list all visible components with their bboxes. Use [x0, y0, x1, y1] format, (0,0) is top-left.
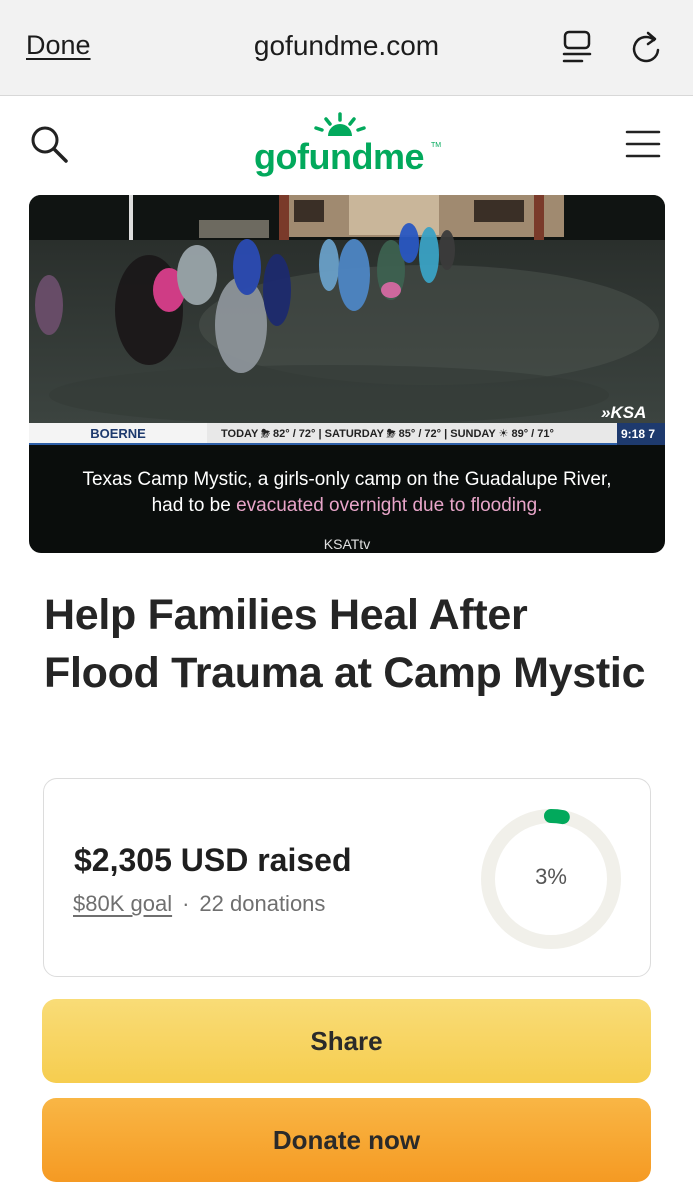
caption-line-1: Texas Camp Mystic, a girls-only camp on … [82, 469, 612, 490]
caption-line-2: had to be evacuated overnight due to flo… [29, 493, 665, 519]
donate-button[interactable]: Donate now [42, 1098, 651, 1182]
ticker-weather: TODAY ⛈ 82° / 72° | SATURDAY ⛈ 85° / 72°… [207, 423, 617, 445]
search-icon[interactable] [28, 124, 72, 168]
caption-text: had to be [151, 495, 237, 516]
logo-sun-icon [314, 112, 366, 136]
separator-dot: · [182, 891, 190, 916]
hamburger-menu-icon[interactable] [624, 128, 662, 160]
campaign-hero-image[interactable]: »KSA BOERNE TODAY ⛈ 82° / 72° | SATURDAY… [29, 195, 665, 553]
site-header: gofundme TM [0, 96, 693, 192]
browser-toolbar: Done gofundme.com [0, 0, 693, 96]
campaign-title: Help Families Heal After Flood Trauma at… [44, 591, 646, 697]
gofundme-logo[interactable]: gofundme TM [246, 112, 446, 177]
progress-percent: 3% [535, 864, 567, 889]
reload-icon[interactable] [626, 28, 666, 68]
ticker-location: BOERNE [29, 423, 207, 445]
station-logo: »KSA [601, 403, 647, 422]
logo-wordmark: gofundme [254, 136, 424, 177]
caption-highlight: evacuated overnight due to flooding. [236, 495, 543, 516]
goal-link[interactable]: $80K goal [73, 891, 172, 916]
logo-trademark: TM [431, 142, 442, 149]
ticker-time: 9:18 7 [617, 423, 665, 445]
image-credit: KSATtv [323, 536, 371, 552]
news-ticker: BOERNE TODAY ⛈ 82° / 72° | SATURDAY ⛈ 85… [29, 423, 665, 445]
reader-view-icon[interactable] [558, 28, 598, 68]
goal-line: $80K goal · 22 donations [73, 891, 325, 917]
donation-count: 22 donations [199, 891, 326, 916]
image-caption: Texas Camp Mystic, a girls-only camp on … [29, 467, 665, 519]
amount-raised: $2,305 USD raised [74, 842, 352, 878]
progress-card: $2,305 USD raised $80K goal · 22 donations… [43, 778, 651, 977]
share-button[interactable]: Share [42, 999, 651, 1083]
done-button[interactable]: Done [26, 30, 91, 61]
